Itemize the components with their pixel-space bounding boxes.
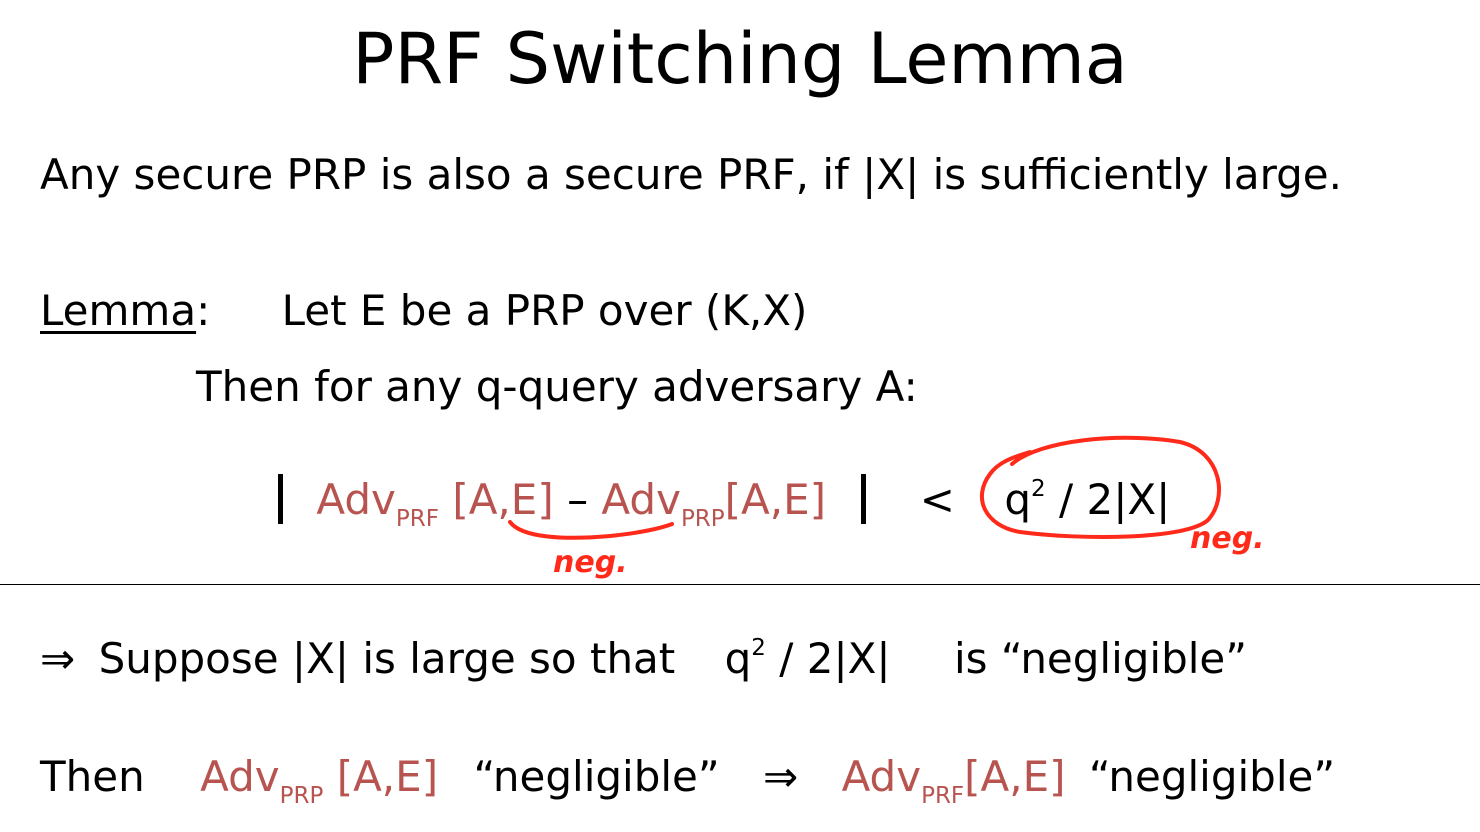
suppose-bound: q2 / 2|X| [724,634,891,683]
conclusion-negligible-1: “negligible” [473,752,720,801]
conclusion-negligible-2: “negligible” [1088,752,1336,801]
lemma-label: Lemma [40,286,197,335]
abs-bar-right [861,474,867,524]
then-word: Then [40,752,145,801]
suppose-text: Suppose |X| is large so that [98,634,676,683]
less-than: < [919,475,955,524]
lemma-colon: : [196,286,211,335]
handwritten-underline [508,520,674,540]
adv-prf-term: AdvPRF [A,E] [316,475,554,532]
lemma-line: Lemma: Let E be a PRP over (K,X) [40,286,807,335]
implies-icon: ⇒ [40,634,76,683]
slide-title: PRF Switching Lemma [352,18,1128,100]
adv-prp-term: AdvPRP[A,E] [601,475,827,532]
implies-arrow-icon: ⇒ [763,752,799,801]
annotation-neg-left: neg. [553,545,628,580]
lemma-then: Then for any q-query adversary A: [196,362,918,411]
bound-term: q2 / 2|X| [1004,475,1171,524]
divider-line [0,584,1480,585]
suppose-line: ⇒ Suppose |X| is large so that q2 / 2|X|… [40,634,1247,683]
conclusion-line: Then AdvPRP [A,E] “negligible” ⇒ AdvPRF[… [40,752,1336,809]
lemma-formula: AdvPRF [A,E] – AdvPRP[A,E] < q2 / 2|X| [278,474,1171,532]
minus-sign: – [553,475,602,524]
handwritten-annotations: neg. neg. [508,435,1265,580]
conclusion-adv-prf: AdvPRF[A,E] [841,752,1066,809]
suppose-tail: is “negligible” [953,634,1248,683]
abs-bar-left [278,474,283,524]
conclusion-adv-prp: AdvPRP [A,E] [200,752,439,809]
lemma-text: Let E be a PRP over (K,X) [281,286,808,335]
annotation-neg-right: neg. [1190,521,1265,556]
intro-statement: Any secure PRP is also a secure PRF, if … [40,150,1342,199]
